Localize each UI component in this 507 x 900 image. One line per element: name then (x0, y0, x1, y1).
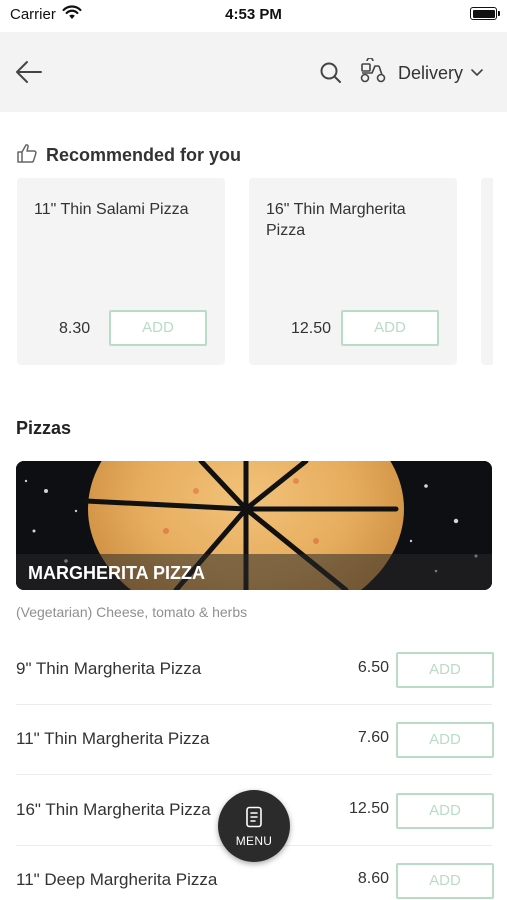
add-button[interactable]: ADD (109, 310, 207, 346)
recommended-item-name: 11" Thin Salami Pizza (34, 201, 189, 218)
recommended-card[interactable]: 11" Thin Salami Pizza 8.30 ADD (17, 178, 225, 365)
menu-item-name: 16" Thin Margherita Pizza (16, 800, 211, 819)
add-button[interactable]: ADD (396, 793, 494, 829)
recommended-item-price: 12.50 (291, 320, 332, 337)
status-bar: Carrier 4:53 PM (0, 0, 507, 30)
recommended-item-name: 16" Thin Margherita Pizza (266, 201, 406, 239)
category-banner[interactable]: MARGHERITA PIZZA (16, 461, 492, 590)
menu-item-price: 7.60 (357, 729, 389, 746)
menu-item-row[interactable]: 11" Thin Margherita Pizza 7.60 ADD (16, 705, 494, 775)
search-icon (318, 62, 344, 90)
chevron-down-icon (471, 64, 483, 82)
scooter-icon (358, 56, 388, 89)
menu-fab-label: MENU (235, 834, 273, 848)
category-description: (Vegetarian) Cheese, tomato & herbs (16, 604, 248, 620)
menu-item-name: 11" Deep Margherita Pizza (16, 870, 218, 889)
add-button[interactable]: ADD (396, 863, 494, 899)
menu-fab-button[interactable]: MENU (218, 790, 290, 862)
menu-card-icon (245, 806, 263, 833)
add-button[interactable]: ADD (396, 722, 494, 758)
recommended-card[interactable]: 16" Thin Margherita Pizza 12.50 ADD (249, 178, 457, 365)
menu-item-price: 8.60 (357, 870, 389, 887)
menu-item-price: 12.50 (348, 800, 389, 817)
thumbs-up-icon (16, 142, 38, 169)
back-button[interactable] (14, 58, 44, 86)
menu-item-name: 11" Thin Margherita Pizza (16, 729, 210, 748)
add-button[interactable]: ADD (341, 310, 439, 346)
section-title-pizzas: Pizzas (16, 418, 72, 438)
recommended-item-price: 8.30 (59, 320, 91, 337)
search-button[interactable] (318, 60, 344, 86)
menu-item-price: 6.50 (357, 659, 389, 676)
recommended-header: Recommended for you (16, 143, 241, 167)
menu-item-name: 9" Thin Margherita Pizza (16, 659, 202, 678)
recommended-card-peek[interactable] (481, 178, 493, 365)
delivery-label: Delivery (398, 62, 464, 83)
arrow-left-icon (14, 61, 44, 90)
top-nav-bar: Delivery (0, 32, 507, 112)
add-button[interactable]: ADD (396, 652, 494, 688)
banner-title: MARGHERITA PIZZA (28, 563, 205, 583)
battery-icon (470, 7, 500, 20)
delivery-mode-dropdown[interactable]: Delivery (358, 56, 483, 89)
recommended-title: Recommended for you (46, 144, 242, 165)
clock: 4:53 PM (225, 6, 282, 23)
menu-item-row[interactable]: 9" Thin Margherita Pizza 6.50 ADD (16, 635, 494, 705)
